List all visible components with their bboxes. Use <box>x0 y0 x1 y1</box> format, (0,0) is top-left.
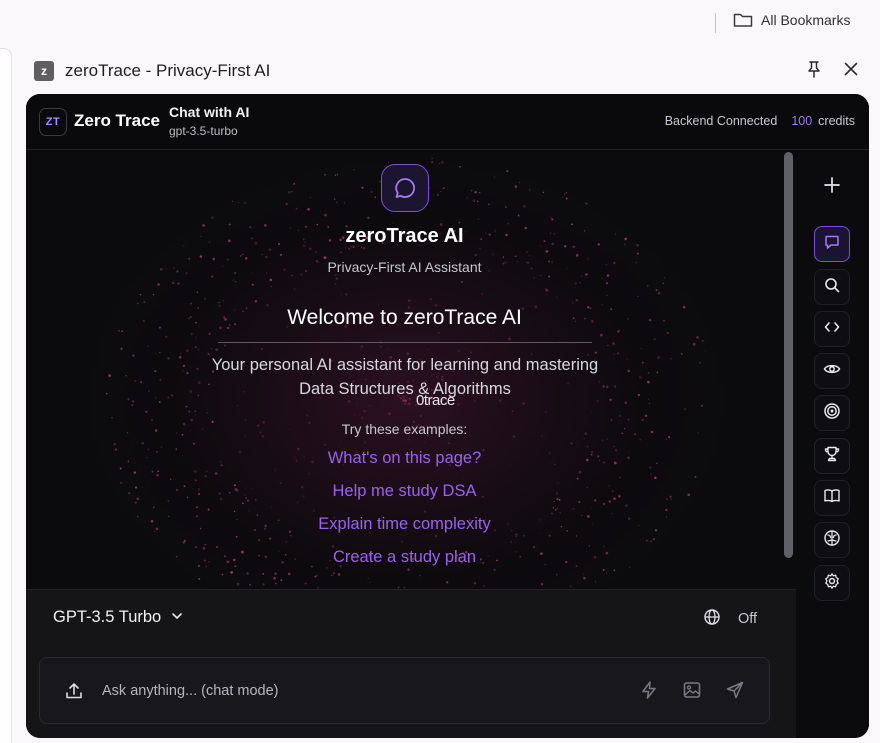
view-button[interactable] <box>814 353 850 389</box>
globe-icon <box>703 608 721 630</box>
send-icon[interactable] <box>725 680 745 700</box>
welcome-description: Your personal AI assistant for learning … <box>211 356 599 398</box>
pin-icon[interactable] <box>806 60 822 78</box>
upload-icon[interactable] <box>64 681 84 701</box>
example-prompt[interactable]: Create a study plan <box>26 548 783 567</box>
focus-button[interactable] <box>814 395 850 431</box>
app-header: ZT Zero Trace Chat with AI gpt-3.5-turbo… <box>26 94 869 150</box>
hero-title: zeroTrace AI <box>345 225 464 247</box>
settings-button[interactable] <box>814 565 850 601</box>
eye-icon <box>823 360 841 383</box>
welcome-heading: Welcome to zeroTrace AI <box>287 306 522 329</box>
brand-name: Zero Trace <box>74 111 160 130</box>
target-icon <box>823 402 841 425</box>
hero-subtitle: Privacy-First AI Assistant <box>327 259 482 275</box>
book-icon <box>823 487 841 510</box>
example-prompt[interactable]: Explain time complexity <box>26 515 783 534</box>
all-bookmarks-button[interactable]: All Bookmarks <box>733 12 850 28</box>
page-edge <box>0 48 12 743</box>
settings-icon <box>823 572 841 595</box>
chevron-down-icon <box>171 608 183 627</box>
model-name: gpt-3.5-turbo <box>169 124 238 138</box>
web-search-toggle[interactable]: Off <box>703 608 757 630</box>
chat-mode-button[interactable] <box>814 226 850 262</box>
plus-icon <box>823 176 841 199</box>
chat-icon <box>823 233 841 256</box>
new-chat-button[interactable] <box>814 169 850 205</box>
extension-favicon: z <box>34 61 54 81</box>
side-panel-title: zeroTrace - Privacy-First AI <box>65 61 271 80</box>
bookmarks-separator <box>715 13 716 33</box>
chat-welcome-area: zeroTrace AI Privacy-First AI Assistant … <box>26 151 796 589</box>
example-prompt[interactable]: What's on this page? <box>26 449 783 468</box>
search-icon <box>823 276 841 299</box>
all-bookmarks-label: All Bookmarks <box>761 12 851 28</box>
divider <box>218 342 592 343</box>
chat-title: Chat with AI <box>169 104 250 120</box>
achievements-button[interactable] <box>814 438 850 474</box>
code-icon <box>823 318 841 341</box>
bookmarks-bar: All Bookmarks <box>0 0 880 46</box>
credits-value: 100 <box>791 114 813 128</box>
close-icon[interactable] <box>844 62 858 76</box>
watermark-text: 0trace <box>416 392 455 409</box>
side-panel-header: z zeroTrace - Privacy-First AI <box>34 58 864 84</box>
code-button[interactable] <box>814 311 850 347</box>
trophy-icon <box>823 445 841 468</box>
folder-icon <box>733 12 753 28</box>
web-search-state: Off <box>738 611 758 627</box>
zerotrace-app: ZT Zero Trace Chat with AI gpt-3.5-turbo… <box>26 94 869 738</box>
chat-input[interactable] <box>102 680 622 702</box>
chat-composer <box>39 657 770 724</box>
model-selector[interactable]: GPT-3.5 Turbo <box>53 608 183 627</box>
example-prompt[interactable]: Help me study DSA <box>26 482 783 501</box>
brain-icon <box>823 529 841 552</box>
search-button[interactable] <box>814 269 850 305</box>
examples-heading: Try these examples: <box>341 421 468 437</box>
credits-label: credits <box>818 114 855 128</box>
chat-bubble-icon <box>381 164 429 212</box>
learn-button[interactable] <box>814 480 850 516</box>
backend-status: Backend Connected <box>664 114 778 128</box>
ai-brain-button[interactable] <box>814 522 850 558</box>
selected-model: GPT-3.5 Turbo <box>53 608 162 626</box>
lightning-icon[interactable] <box>639 680 659 700</box>
tool-sidebar <box>797 151 869 738</box>
image-icon[interactable] <box>682 680 702 700</box>
logo: ZT <box>39 108 67 136</box>
scrollbar[interactable] <box>784 152 793 558</box>
connection-status: Backend Connected 100 credits <box>665 114 855 128</box>
composer-area: GPT-3.5 Turbo Off <box>26 589 796 738</box>
